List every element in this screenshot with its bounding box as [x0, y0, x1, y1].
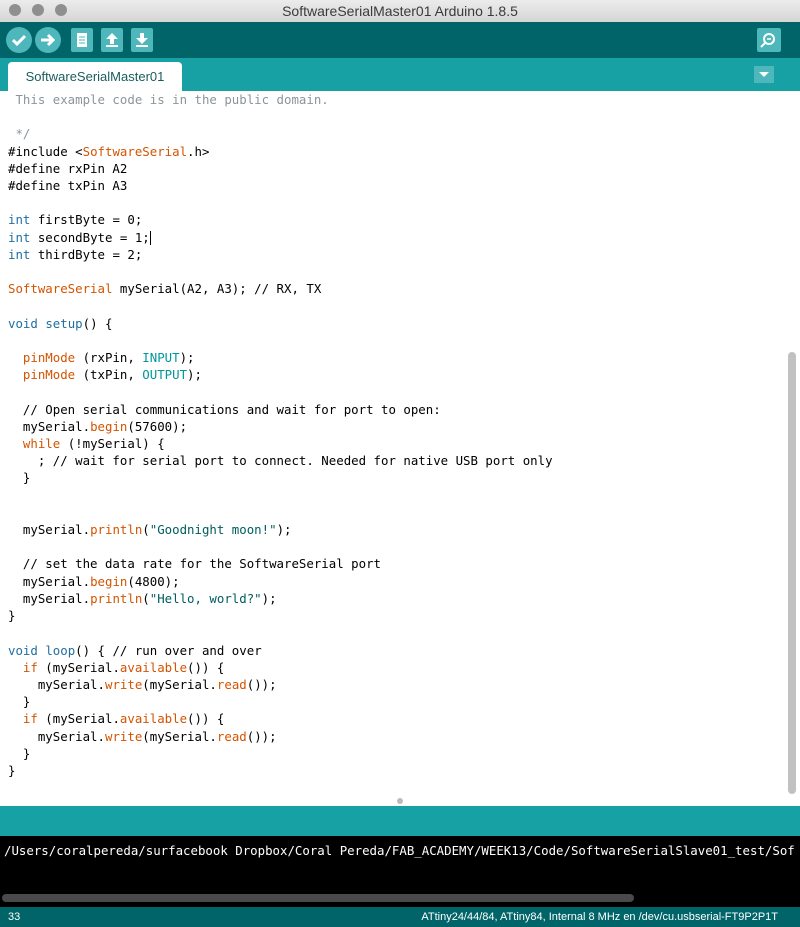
code-line: #include <SoftwareSerial.h> — [8, 143, 210, 159]
code-line: This example code is in the public domai… — [8, 92, 329, 107]
code-editor[interactable]: This example code is in the public domai… — [0, 91, 800, 806]
code-line: if (mySerial.available()) { — [22, 659, 225, 675]
code-line: int firstByte = 0; — [8, 212, 143, 228]
message-area — [0, 806, 800, 836]
code-line: void setup() { — [8, 315, 113, 331]
arrow-down-icon — [136, 33, 148, 47]
console-scrollbar-thumb[interactable] — [2, 894, 634, 902]
tab-softwareserialmaster01[interactable]: SoftwareSerialMaster01 — [8, 62, 182, 91]
title-bar: SoftwareSerialMaster01 Arduino 1.8.5 — [0, 0, 800, 23]
code-line: mySerial.write(mySerial.read()); — [8, 728, 277, 744]
code-line: void loop() { // run over and over — [8, 642, 262, 658]
code-line: ; // wait for serial port to connect. Ne… — [8, 453, 553, 469]
magnifier-icon — [760, 33, 775, 48]
code-line: // set the data rate for the SoftwareSer… — [8, 556, 381, 572]
code-line: } — [8, 608, 16, 624]
splitter-handle[interactable] — [397, 798, 403, 804]
code-line: #define rxPin A2 — [8, 160, 128, 176]
arrow-up-icon — [106, 33, 118, 47]
tab-bar: SoftwareSerialMaster01 — [0, 58, 800, 91]
code-line: } — [8, 745, 31, 761]
tab-label: SoftwareSerialMaster01 — [25, 69, 165, 84]
code-line: if (mySerial.available()) { — [22, 711, 225, 727]
new-sketch-button[interactable] — [71, 28, 93, 52]
code-line: mySerial.write(mySerial.read()); — [8, 676, 277, 692]
arrow-right-icon — [41, 33, 56, 47]
board-info: ATtiny24/44/84, ATtiny84, Internal 8 MHz… — [421, 911, 778, 923]
code-line: mySerial.begin(57600); — [8, 418, 188, 434]
status-bar: 33 ATtiny24/44/84, ATtiny84, Internal 8 … — [0, 907, 800, 927]
code-text[interactable]: This example code is in the public domai… — [8, 91, 553, 779]
verify-button[interactable] — [6, 27, 32, 53]
save-sketch-button[interactable] — [131, 28, 153, 52]
code-line: */ — [8, 126, 31, 142]
window-title: SoftwareSerialMaster01 Arduino 1.8.5 — [282, 3, 518, 19]
code-line: #define txPin A3 — [8, 178, 128, 194]
code-line: int secondByte = 1; — [8, 229, 151, 246]
code-line: pinMode (txPin, OUTPUT); — [22, 367, 202, 383]
text-cursor — [149, 231, 151, 246]
code-line: mySerial.println("Hello, world?"); — [8, 590, 277, 606]
code-line: } — [8, 694, 31, 710]
document-icon — [77, 33, 87, 47]
tab-menu-button[interactable] — [754, 66, 774, 83]
line-number: 33 — [8, 911, 21, 923]
code-line: } — [8, 470, 31, 486]
chevron-down-icon — [759, 72, 769, 77]
upload-button[interactable] — [35, 27, 61, 53]
checkmark-icon — [11, 34, 27, 47]
toolbar — [0, 22, 800, 58]
console-line: /Users/coralpereda/surfacebook Dropbox/C… — [4, 843, 795, 858]
code-line: while (!mySerial) { — [22, 436, 165, 452]
serial-monitor-button[interactable] — [757, 28, 781, 52]
code-line: pinMode (rxPin, INPUT); — [22, 350, 195, 366]
code-line: // Open serial communications and wait f… — [8, 401, 441, 417]
code-line: int thirdByte = 2; — [8, 246, 143, 262]
editor-scrollbar-thumb[interactable] — [788, 352, 796, 794]
code-line: SoftwareSerial mySerial(A2, A3); // RX, … — [8, 281, 322, 297]
code-line: mySerial.println("Goodnight moon!"); — [8, 522, 292, 538]
open-sketch-button[interactable] — [101, 28, 123, 52]
code-line: mySerial.begin(4800); — [8, 573, 180, 589]
code-line: } — [8, 762, 16, 778]
